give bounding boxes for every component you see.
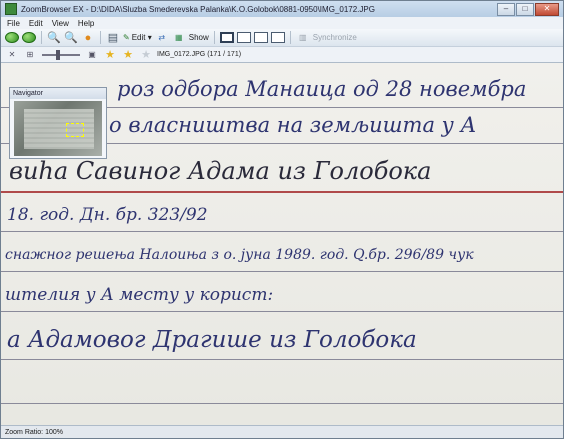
print-icon[interactable]: ▤	[106, 31, 120, 45]
edit-button[interactable]: ✎ Edit ▾	[123, 31, 152, 45]
navigator-title: Navigator	[10, 88, 106, 99]
forward-icon[interactable]	[22, 32, 36, 43]
close-button[interactable]: ✕	[535, 2, 559, 16]
single-view-button[interactable]	[219, 32, 234, 43]
handwritten-line: виhа Савиног Адама из Голобока	[9, 157, 432, 185]
separator	[213, 31, 215, 44]
secondary-toolbar: ✕ ⊞ ▣ ★ ★ ★ IMG_0172.JPG (171 / 171)	[1, 47, 563, 63]
file-name-field: IMG_0172.JPG (171 / 171)	[157, 51, 242, 58]
app-icon	[5, 3, 17, 15]
menu-bar: File Edit View Help	[1, 17, 563, 29]
synchronize-button[interactable]: Synchronize	[313, 31, 357, 45]
handwritten-line: роз одбора Манаица од 28 новембра	[117, 77, 527, 101]
edit-pencil-icon: ✎	[123, 33, 130, 42]
main-toolbar: 🔍 🔍 ● ▤ ✎ Edit ▾ ⇄ ▦ Show ▥ Synchronize	[1, 29, 563, 47]
maximize-button[interactable]: □	[516, 2, 534, 16]
menu-edit[interactable]: Edit	[29, 19, 43, 28]
compare-icon[interactable]: ⇄	[155, 31, 169, 45]
title-bar: ZoomBrowser EX - D:\DIDA\Sluzba Smederev…	[1, 1, 563, 17]
back-icon[interactable]	[5, 32, 19, 43]
separator	[289, 31, 291, 44]
image-viewer[interactable]: роз одбора Манаица од 28 новембра о влас…	[1, 63, 563, 426]
synchronize-icon[interactable]: ▥	[296, 31, 310, 45]
zoom-slider-handle[interactable]	[56, 49, 60, 60]
edit-label: Edit ▾	[131, 33, 152, 42]
handwritten-line: 18. год. Дн. бр. 323/92	[7, 205, 208, 225]
star-icon[interactable]: ★	[103, 48, 117, 62]
window-title: ZoomBrowser EX - D:\DIDA\Sluzba Smederev…	[21, 4, 375, 14]
star-icon[interactable]: ★	[121, 48, 135, 62]
menu-file[interactable]: File	[7, 19, 20, 28]
handwritten-line: штелия у А месту у корист:	[5, 285, 274, 305]
image-icon[interactable]: ▦	[172, 31, 186, 45]
status-bar: Zoom Ratio: 100%	[1, 425, 563, 438]
menu-help[interactable]: Help	[78, 19, 94, 28]
zoom-slider[interactable]	[41, 48, 81, 62]
handwritten-line: о власништва на земљишта у А	[109, 113, 477, 137]
navigator-thumbnail[interactable]	[14, 101, 102, 156]
four-view-button[interactable]	[270, 32, 285, 43]
menu-view[interactable]: View	[52, 19, 69, 28]
zoom-ratio: Zoom Ratio: 100%	[5, 429, 63, 436]
handwritten-line: а Адамовог Драгише из Голобока	[7, 327, 417, 353]
separator	[41, 31, 42, 44]
screen-icon[interactable]: ▣	[85, 48, 99, 62]
two-view-button[interactable]	[236, 32, 251, 43]
fit-icon[interactable]: ●	[81, 31, 95, 45]
navigator-panel[interactable]: Navigator	[9, 87, 107, 159]
navigator-view-rect[interactable]	[66, 123, 84, 137]
close-view-icon[interactable]: ✕	[5, 48, 19, 62]
fit-window-icon[interactable]: ⊞	[23, 48, 37, 62]
handwritten-line: снажног решења Налоиња з о. јуна 1989. г…	[5, 247, 474, 263]
minimize-button[interactable]: –	[497, 2, 515, 16]
zoom-in-icon[interactable]: 🔍	[47, 31, 61, 45]
zoom-out-icon[interactable]: 🔍	[64, 31, 78, 45]
separator	[100, 31, 101, 44]
show-button[interactable]: Show	[189, 31, 209, 45]
star-icon[interactable]: ★	[139, 48, 153, 62]
three-view-button[interactable]	[253, 32, 268, 43]
app-window: ZoomBrowser EX - D:\DIDA\Sluzba Smederev…	[0, 0, 564, 439]
